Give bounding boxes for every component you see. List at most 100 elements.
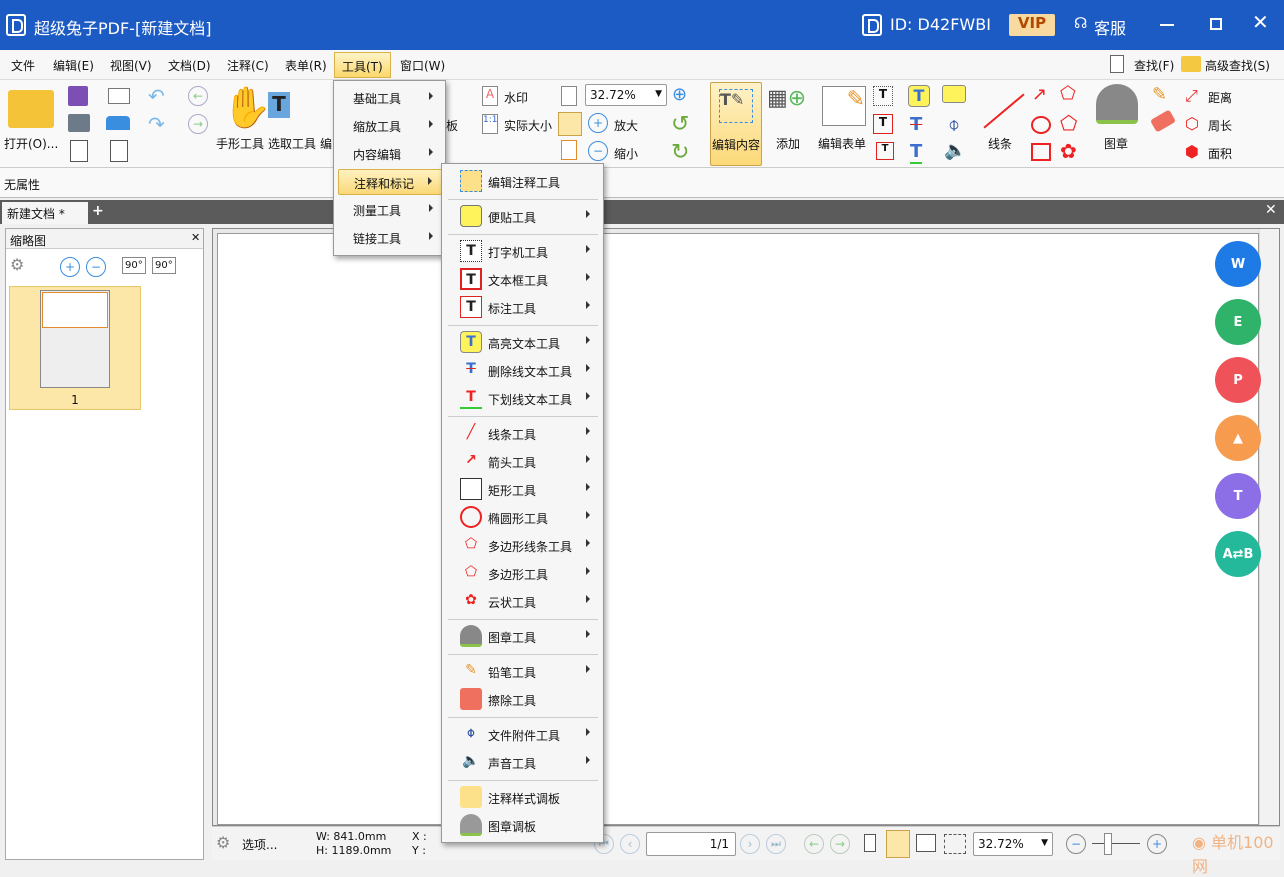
edit-form-button[interactable]: 编辑表单 — [818, 135, 866, 152]
tools-menu-item[interactable]: 测量工具 — [338, 197, 443, 223]
submenu-item[interactable]: 矩形工具 — [446, 476, 600, 502]
add-button[interactable]: 添加 — [776, 135, 800, 152]
history-forward-button[interactable]: → — [830, 834, 850, 854]
highlight-icon[interactable]: T — [908, 85, 930, 107]
typewriter-icon[interactable]: T — [873, 86, 893, 106]
fit-visible-icon[interactable] — [561, 140, 577, 160]
arrow-icon[interactable]: ↗ — [1032, 84, 1047, 105]
pdf-page[interactable] — [217, 233, 1259, 825]
submenu-item[interactable]: 图章调板 — [446, 812, 600, 838]
new-document-icon[interactable] — [110, 140, 128, 162]
single-page-icon[interactable] — [864, 834, 876, 852]
actual-size-button[interactable]: 实际大小 — [504, 117, 552, 134]
customer-service-button[interactable]: 客服 — [1094, 15, 1126, 39]
cloud-icon[interactable]: ✿ — [1060, 139, 1077, 163]
fit-page-icon[interactable] — [561, 86, 577, 106]
export-icon[interactable] — [70, 140, 88, 162]
print-icon[interactable] — [68, 114, 90, 132]
tools-menu-item[interactable]: 缩放工具 — [338, 113, 443, 139]
menu-comment[interactable]: 注释(C) — [227, 57, 269, 74]
last-page-button[interactable]: ⏭ — [766, 834, 786, 854]
submenu-item[interactable]: 编辑注释工具 — [446, 168, 600, 194]
tools-menu-item[interactable]: 内容编辑 — [338, 141, 443, 167]
submenu-item[interactable]: 擦除工具 — [446, 686, 600, 712]
submenu-item[interactable]: 椭圆形工具 — [446, 504, 600, 530]
callout-icon[interactable]: T — [876, 142, 894, 160]
redo-icon[interactable]: ↷ — [148, 112, 165, 136]
zoom-out-button[interactable]: 缩小 — [614, 145, 638, 162]
rectangle-icon[interactable] — [1031, 143, 1051, 161]
pencil-icon[interactable]: ✎ — [1152, 84, 1167, 105]
zoom-glass-icon[interactable]: ⊕ — [672, 84, 687, 105]
menu-edit[interactable]: 编辑(E) — [53, 57, 94, 74]
zoom-in-button[interactable]: 放大 — [614, 117, 638, 134]
scan-icon[interactable] — [106, 116, 130, 130]
zoom-select[interactable]: 32.72% ▼ — [585, 84, 667, 106]
attachment-icon[interactable]: ⌽ — [948, 112, 960, 136]
vip-badge[interactable]: VIP — [1009, 14, 1055, 36]
submenu-item[interactable]: T 删除线文本工具 — [446, 357, 600, 383]
menu-document[interactable]: 文档(D) — [168, 57, 211, 74]
save-icon[interactable] — [68, 86, 88, 106]
submenu-item[interactable]: 🔈 声音工具 — [446, 749, 600, 775]
distance-button[interactable]: 距离 — [1208, 89, 1232, 106]
polyline-icon[interactable]: ⬠ — [1060, 83, 1076, 104]
page-input[interactable]: 1/1 — [646, 832, 736, 856]
sound-icon[interactable]: 🔈 — [944, 140, 966, 161]
to-excel-icon[interactable]: E — [1215, 299, 1261, 345]
facing-page-icon[interactable] — [916, 834, 936, 852]
rotate-right-90-icon[interactable]: 90° — [152, 257, 176, 274]
submenu-item[interactable]: T 下划线文本工具 — [446, 385, 600, 411]
eraser-icon[interactable] — [1149, 109, 1177, 133]
board-partial[interactable]: 板 — [446, 117, 458, 134]
rotate-left-icon[interactable]: ↺ — [671, 112, 689, 137]
to-word-icon[interactable]: W — [1215, 241, 1261, 287]
submenu-item[interactable]: ⬠ 多边形工具 — [446, 560, 600, 586]
to-image-icon[interactable]: ▲ — [1215, 415, 1261, 461]
fit-width-icon[interactable] — [558, 112, 582, 136]
find-button[interactable]: 查找(F) — [1134, 57, 1174, 74]
line-button[interactable]: 线条 — [988, 135, 1012, 152]
prev-page-button[interactable]: ‹ — [620, 834, 640, 854]
rotate-right-icon[interactable]: ↻ — [671, 140, 689, 165]
menu-view[interactable]: 视图(V) — [110, 57, 152, 74]
perimeter-button[interactable]: 周长 — [1208, 117, 1232, 134]
submenu-item[interactable]: ✎ 铅笔工具 — [446, 658, 600, 684]
tools-menu-item[interactable]: 链接工具 — [338, 225, 443, 251]
submenu-item[interactable]: 注释样式调板 — [446, 784, 600, 810]
zoom-slider[interactable] — [1092, 843, 1140, 844]
textbox-icon[interactable]: T — [873, 114, 893, 134]
sticky-note-icon[interactable] — [942, 85, 966, 103]
hand-tool-button[interactable]: 手形工具 — [216, 135, 264, 152]
stamp-button[interactable]: 图章 — [1104, 135, 1128, 152]
submenu-item[interactable]: ⌽ 文件附件工具 — [446, 721, 600, 747]
minimize-button[interactable] — [1160, 24, 1174, 26]
status-zoom-select[interactable]: 32.72% ▼ — [973, 832, 1053, 856]
submenu-item[interactable]: T 文本框工具 — [446, 266, 600, 292]
area-button[interactable]: 面积 — [1208, 145, 1232, 162]
edit-content-button[interactable]: T✎ 编辑内容 — [710, 82, 762, 166]
submenu-item[interactable]: T 高亮文本工具 — [446, 329, 600, 355]
menu-file[interactable]: 文件 — [11, 57, 35, 74]
edit-tool-partial[interactable]: 编 — [320, 135, 332, 152]
options-button[interactable]: 选项... — [242, 836, 277, 853]
rotate-left-90-icon[interactable]: 90° — [122, 257, 146, 274]
thumb-zoom-in-icon[interactable]: + — [60, 257, 80, 277]
continuous-page-icon[interactable] — [886, 830, 910, 858]
open-button[interactable]: 打开(O)... — [4, 135, 58, 152]
menu-tools[interactable]: 工具(T) — [334, 52, 391, 78]
to-ppt-icon[interactable]: P — [1215, 357, 1261, 403]
menu-window[interactable]: 窗口(W) — [400, 57, 445, 74]
strikeout-icon[interactable]: T — [910, 114, 922, 135]
select-tool-button[interactable]: 选取工具 — [268, 135, 316, 152]
maximize-button[interactable] — [1210, 18, 1222, 30]
continuous-facing-icon[interactable] — [944, 834, 966, 854]
vertical-scrollbar[interactable] — [1259, 229, 1279, 825]
undo-icon[interactable]: ↶ — [148, 84, 165, 108]
thumbnail-item[interactable]: 1 — [9, 286, 141, 410]
new-tab-button[interactable]: + — [92, 203, 104, 219]
polygon-icon[interactable]: ⬠ — [1060, 111, 1077, 135]
status-zoom-in-button[interactable]: + — [1147, 834, 1167, 854]
email-icon[interactable] — [108, 88, 130, 104]
submenu-item[interactable]: T 打字机工具 — [446, 238, 600, 264]
